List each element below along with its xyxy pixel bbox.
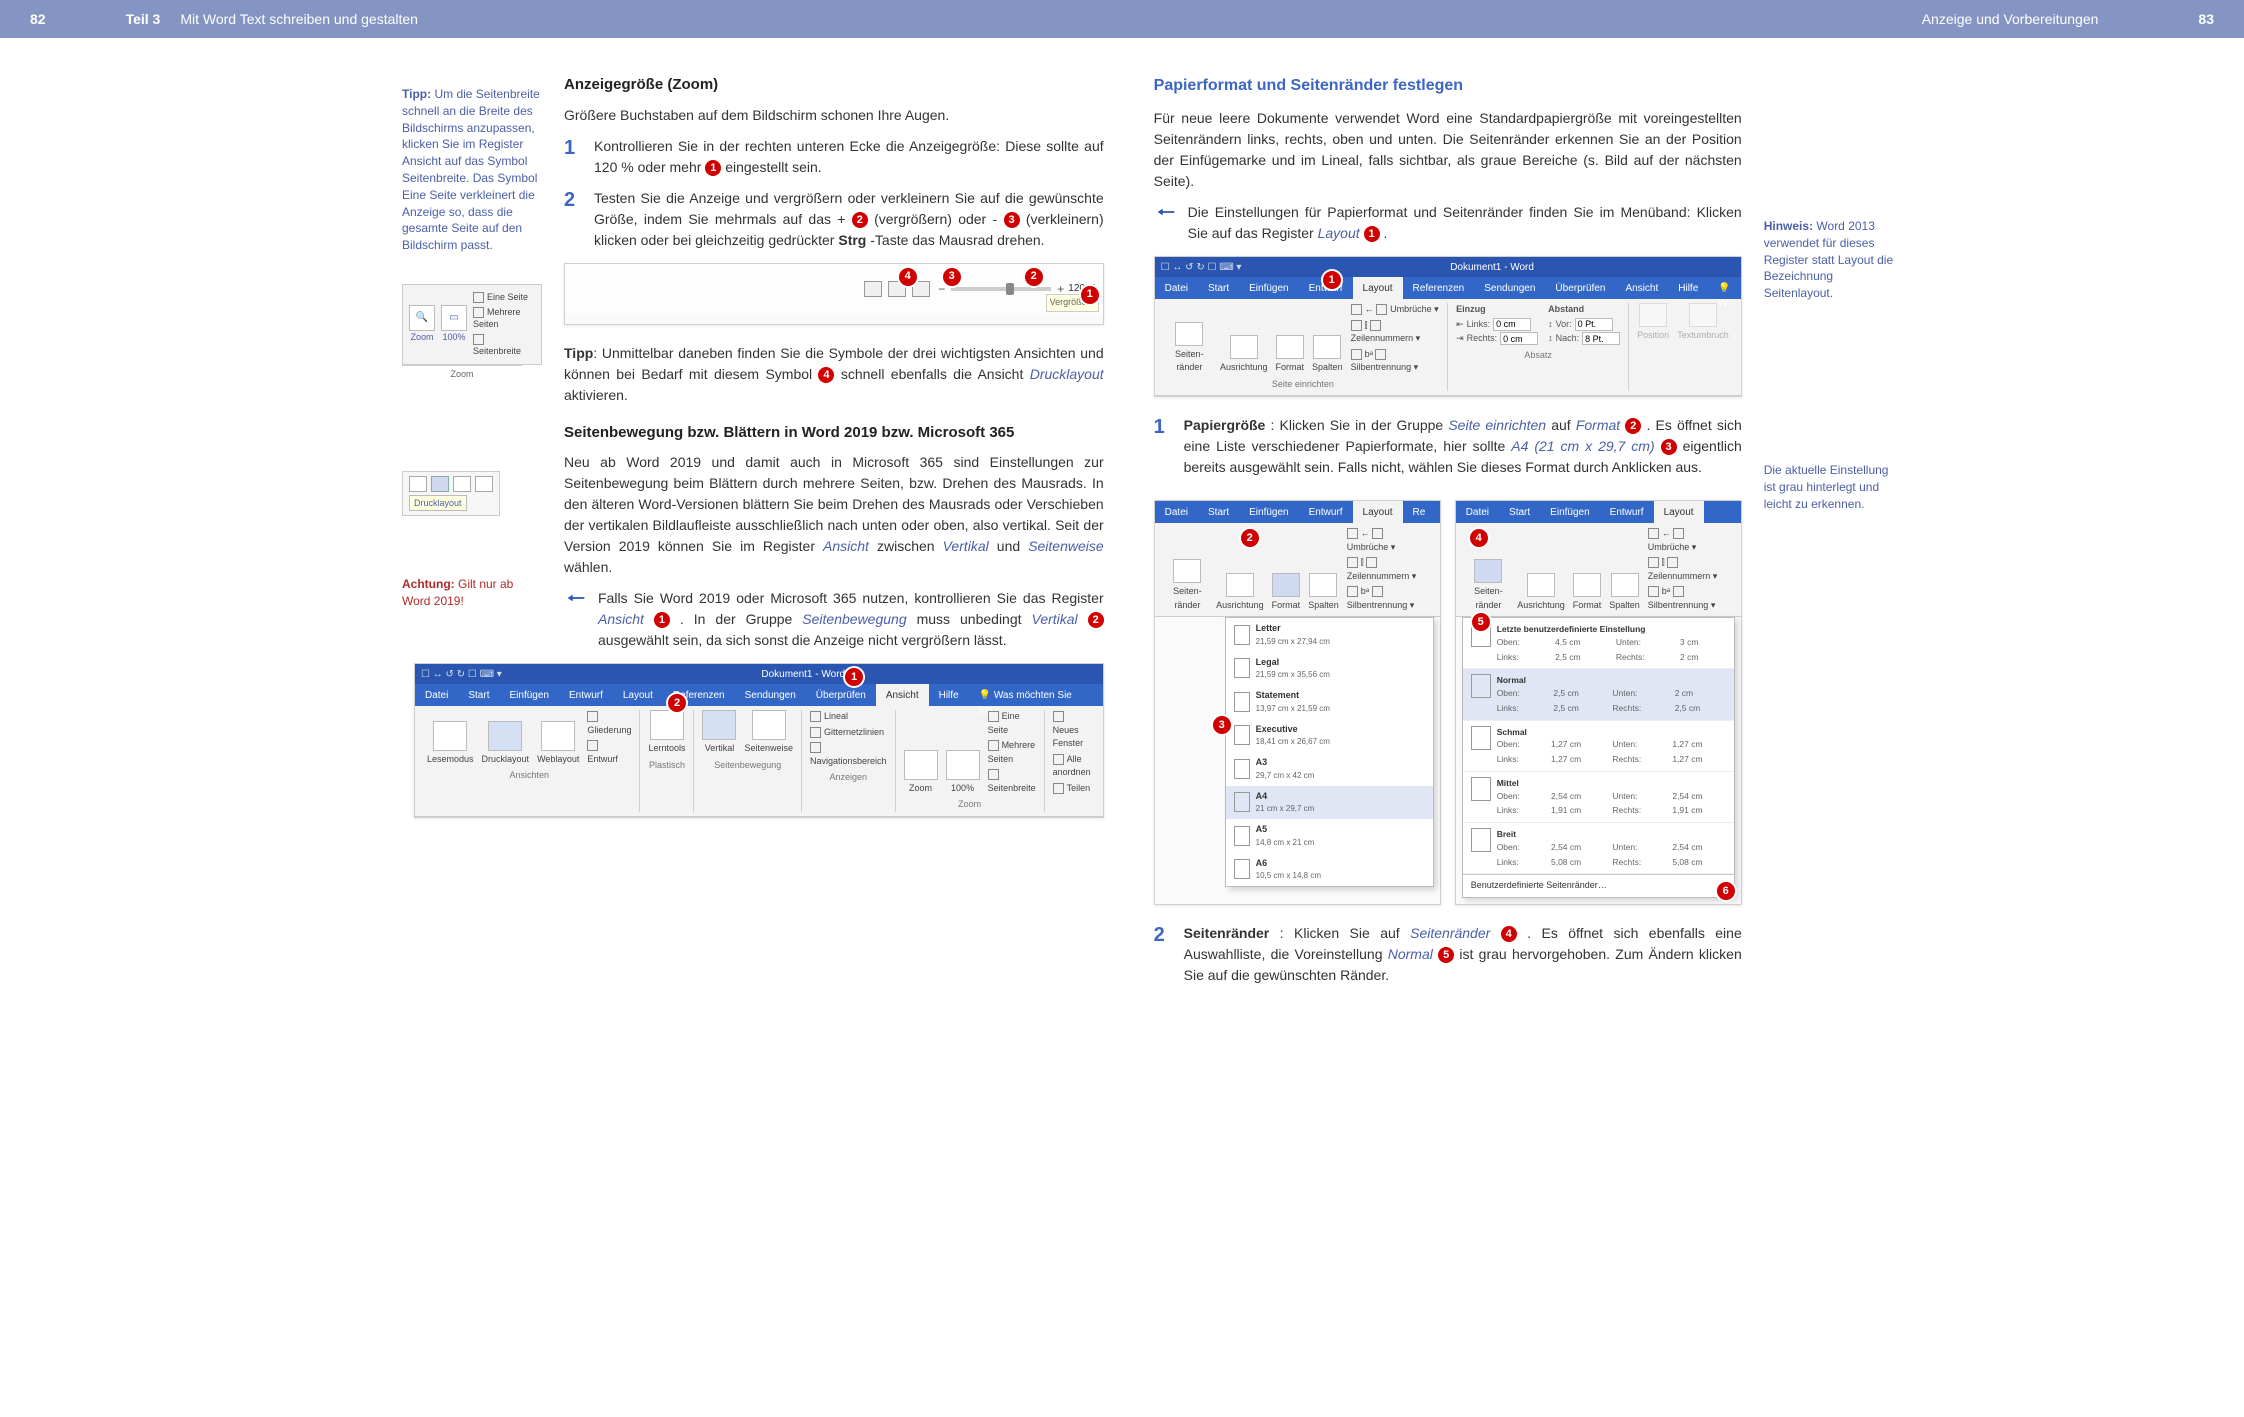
- ribbon-ansicht-mock: ☐ ↔ ↺ ↻ ☐ ⌨ ▾ Dokument1 - Word Datei Sta…: [414, 663, 1104, 818]
- page-icon: ▭: [441, 305, 467, 331]
- point-hand-icon: [564, 588, 588, 614]
- marker-2-icon: 2: [852, 212, 868, 228]
- page-number-right: 83: [2198, 9, 2214, 30]
- part-label: Teil 3: [126, 9, 161, 30]
- magnify-icon: 🔍: [409, 305, 435, 331]
- margins-dropdown-mock: Datei Start Einfügen Entwurf Layout Seit…: [1455, 500, 1742, 905]
- right-margin: Hinweis: Word 2013 verwendet für dieses …: [1752, 58, 1924, 996]
- left-margin: Tipp: Um die Seitenbreite schnell an die…: [382, 58, 554, 996]
- page-number-left: 82: [30, 9, 46, 30]
- chapter-title: Anzeige und Vorbereitungen: [1922, 9, 2099, 30]
- papierformat-heading: Papierformat und Seitenränder festlegen: [1154, 74, 1742, 98]
- zoom-panel-mock: 🔍 Zoom ▭ 100% Eine Seite Mehrere Seiten …: [402, 284, 542, 365]
- marker-3-icon: 3: [1004, 212, 1020, 228]
- marker-1-icon: 1: [705, 160, 721, 176]
- statusbar-mock: − + 120 % Vergrößern 1 2 3 4: [564, 263, 1104, 325]
- drucklayout-mock: Drucklayout: [402, 471, 500, 517]
- book-header: 82 Teil 3 Mit Word Text schreiben und ge…: [0, 0, 2244, 38]
- marker-4-icon: 4: [818, 367, 834, 383]
- part-title: Mit Word Text schreiben und gestalten: [180, 9, 418, 30]
- zoom-heading: Anzeigegröße (Zoom): [564, 74, 1104, 97]
- point-hand-icon: [1154, 202, 1178, 228]
- format-dropdown-mock: Datei Start Einfügen Entwurf Layout Re S…: [1154, 500, 1441, 905]
- blättern-heading: Seitenbewegung bzw. Blättern in Word 201…: [564, 422, 1104, 445]
- ribbon-layout-mock: ☐ ↔ ↺ ↻ ☐ ⌨ ▾ Dokument1 - Word Datei Sta…: [1154, 256, 1742, 397]
